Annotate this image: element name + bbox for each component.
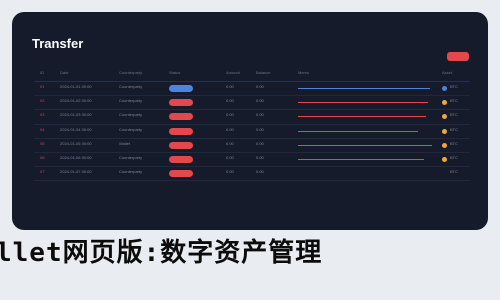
table-row[interactable]: 06 2024-01-06 00:00 Counterparty 0.00 0.00 BT…	[34, 153, 470, 168]
row-balance: 0.00	[256, 112, 264, 118]
table-row[interactable]: 01 2024-01-01 00:00 Counterparty 0.00 0.00 BT…	[34, 82, 470, 97]
header-counterparty: Counterparty	[119, 70, 143, 75]
memo-bar	[298, 130, 418, 132]
memo-bar	[298, 88, 430, 89]
status-badge[interactable]	[169, 170, 193, 178]
row-amount: 0.00	[226, 126, 234, 132]
status-badge[interactable]	[169, 141, 193, 149]
row-counterparty: Counterparty	[119, 98, 143, 104]
row-date: 2024-01-01 00:00	[60, 84, 92, 89]
row-counterparty: Counterparty	[119, 112, 143, 118]
header-id: ID	[40, 70, 44, 75]
table-row[interactable]: 04 2024-01-04 00:00 Counterparty 0.00 0.00 BT…	[34, 125, 470, 139]
asset-dot-icon	[442, 114, 447, 120]
row-date: 2024-01-07 00:00	[60, 169, 92, 175]
header-status: Status	[169, 70, 181, 75]
row-id: 01	[40, 84, 45, 89]
table-row[interactable]: 05 2024-01-05 00:00 Wallet 0.00 0.00 BTC	[34, 139, 470, 153]
row-asset: BTC	[450, 140, 458, 146]
status-badge[interactable]	[169, 127, 193, 135]
asset-dot-icon	[442, 142, 447, 148]
row-amount: 0.00	[226, 98, 234, 104]
row-balance: 0.00	[256, 98, 264, 104]
asset-dot-icon	[442, 156, 447, 162]
header-amount: Amount	[226, 70, 240, 75]
row-date: 2024-01-02 00:00	[60, 98, 92, 104]
row-asset: BTC	[450, 169, 458, 175]
row-date: 2024-01-03 00:00	[60, 112, 92, 118]
row-balance: 0.00	[256, 169, 264, 175]
row-date: 2024-01-05 00:00	[60, 140, 92, 146]
asset-dot-icon	[442, 171, 447, 176]
row-amount: 0.00	[226, 140, 234, 146]
status-badge[interactable]	[169, 85, 193, 92]
header-balance: Balance	[256, 70, 271, 75]
row-amount: 0.00	[226, 154, 234, 160]
row-balance: 0.00	[256, 140, 264, 146]
row-id: 03	[40, 112, 45, 118]
row-counterparty: Counterparty	[119, 169, 143, 175]
row-asset: BTC	[450, 98, 458, 104]
row-balance: 0.00	[256, 84, 264, 89]
row-id: 04	[40, 126, 45, 132]
table-header: ID Date Counterparty Status Amount Balan…	[34, 68, 470, 82]
row-id: 07	[40, 169, 45, 175]
row-id: 05	[40, 140, 45, 146]
row-counterparty: Counterparty	[119, 154, 143, 160]
transfer-panel: Transfer ID Date Counterparty Status Amo…	[12, 12, 488, 230]
table-row[interactable]: 02 2024-01-02 00:00 Counterparty 0.00 0.00 BT…	[34, 96, 470, 111]
memo-bar	[298, 102, 428, 104]
table-row[interactable]: 03 2024-01-03 00:00 Counterparty 0.00 0.00 BT…	[34, 110, 470, 125]
row-counterparty: Counterparty	[119, 126, 143, 132]
row-amount: 0.00	[226, 169, 234, 175]
row-date: 2024-01-06 00:00	[60, 154, 92, 160]
row-date: 2024-01-04 00:00	[60, 126, 92, 132]
banner-text: llet网页版:数字资产管理	[0, 238, 323, 268]
transfer-table: ID Date Counterparty Status Amount Balan…	[34, 68, 470, 182]
row-id: 02	[40, 98, 45, 104]
memo-bar	[298, 116, 426, 118]
memo-bar	[298, 144, 432, 146]
asset-dot-icon	[442, 100, 447, 106]
status-badge[interactable]	[169, 113, 193, 121]
status-badge[interactable]	[169, 99, 193, 107]
row-asset: BTC	[450, 84, 458, 89]
row-asset: BTC	[450, 126, 458, 132]
header-asset: Asset	[442, 70, 453, 75]
row-asset: BTC	[450, 154, 458, 160]
table-row[interactable]: 07 2024-01-07 00:00 Counterparty 0.00 0.00 BT…	[34, 167, 470, 182]
row-amount: 0.00	[226, 84, 234, 89]
row-balance: 0.00	[256, 126, 264, 132]
row-counterparty: Counterparty	[119, 84, 143, 89]
row-id: 06	[40, 154, 45, 160]
row-amount: 0.00	[226, 112, 234, 118]
memo-bar	[298, 158, 424, 160]
row-asset: BTC	[450, 112, 458, 118]
asset-dot-icon	[442, 86, 447, 91]
page-title: Transfer	[32, 36, 84, 51]
row-counterparty: Wallet	[119, 140, 130, 146]
action-button[interactable]	[447, 52, 469, 61]
table-body: 01 2024-01-01 00:00 Counterparty 0.00 0.00 BT…	[34, 82, 470, 182]
row-balance: 0.00	[256, 154, 264, 160]
status-badge[interactable]	[169, 155, 193, 163]
asset-dot-icon	[442, 128, 447, 134]
header-memo: Memo	[298, 70, 310, 75]
header-date: Date	[60, 70, 69, 75]
